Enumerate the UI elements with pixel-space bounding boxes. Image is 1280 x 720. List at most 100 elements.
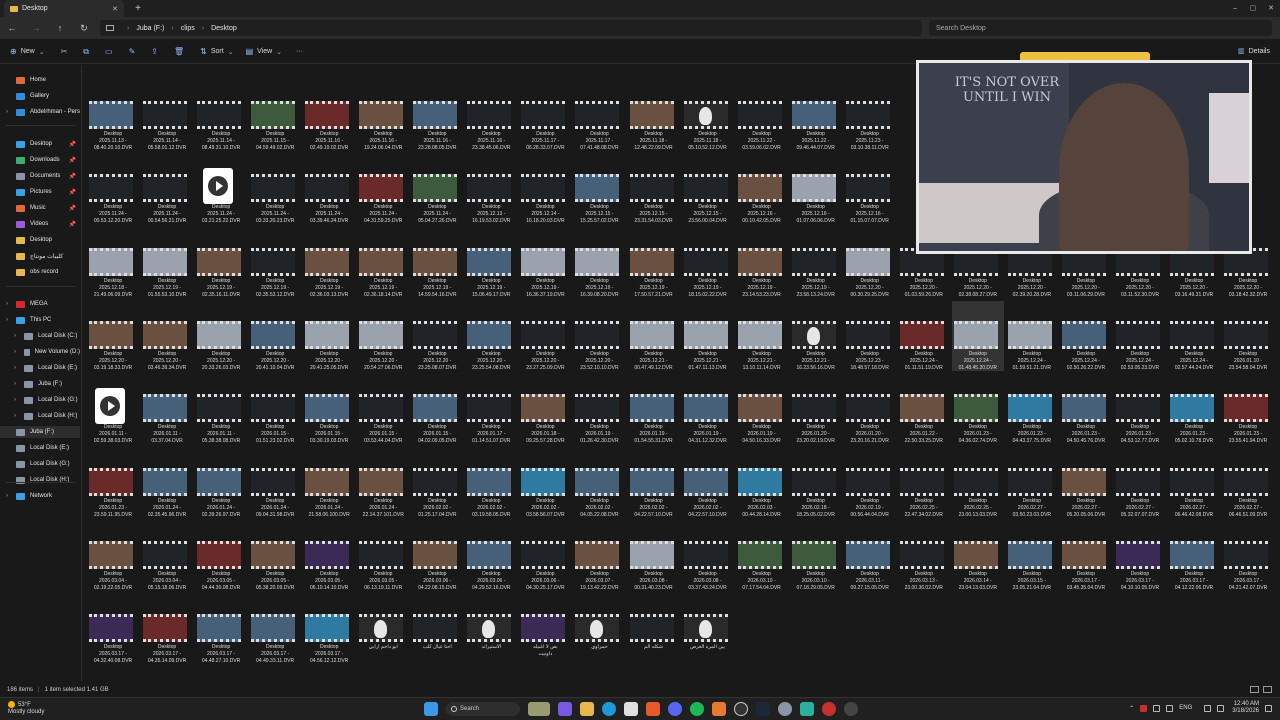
file-item[interactable]: Desktop 2026.03.05 -06.10.14.10.DVR xyxy=(303,521,355,591)
file-item[interactable]: Desktop 2026.01.23 -05.02.10.78.DVR xyxy=(1168,374,1220,444)
file-item[interactable]: Desktop 2026.03.05 -06.13.19.11.DVR xyxy=(357,521,409,591)
widgets-icon[interactable] xyxy=(528,702,550,716)
file-item[interactable]: Desktop 2026.03.05 -04.44.30.08.DVR xyxy=(195,521,247,591)
file-item[interactable]: Desktop 2026.02.02 -04.22.57.10.DVR xyxy=(628,448,680,518)
file-item[interactable]: Desktop 2026.03.08 -00.31.40.23.DVR xyxy=(628,521,680,591)
sidebar-item[interactable]: › Local Disk (E:) xyxy=(0,362,80,374)
file-item[interactable]: Desktop 2025.11.18 -05.10.52.12.DVR xyxy=(682,81,734,151)
file-item[interactable]: Desktop 2025.11.16 -23.28.08.05.DVR xyxy=(411,81,463,151)
chevron-right-icon[interactable]: › xyxy=(14,365,16,371)
chevron-right-icon[interactable]: › xyxy=(6,109,8,115)
chevron-right-icon[interactable]: › xyxy=(14,397,16,403)
taskbar-search[interactable]: Search xyxy=(446,702,520,716)
new-button[interactable]: ⊕ New ⌄ xyxy=(10,47,45,56)
breadcrumb-item[interactable]: clips xyxy=(181,25,195,32)
new-tab-button[interactable]: + xyxy=(130,3,146,14)
file-item[interactable]: Desktop 2025.12.21 -00.47.49.12.DVR xyxy=(628,301,680,371)
file-item[interactable]: Desktop 2025.12.21 -16.23.56.16.DVR xyxy=(790,301,842,371)
file-item[interactable]: Desktop 2025.11.17 -07.41.48.08.DVR xyxy=(573,81,625,151)
file-item[interactable]: Desktop 2026.01.20 -23.20.16.21.DVR xyxy=(844,374,896,444)
file-item[interactable]: Desktop 2025.12.19 -23.14.53.23.DVR xyxy=(736,228,788,298)
file-item[interactable]: Desktop 2025.12.20 -20.33.26.03.DVR xyxy=(195,301,247,371)
refresh-icon[interactable]: ↻ xyxy=(72,23,96,34)
file-item[interactable]: Desktop 2025.11.23 -03.10.38.11.DVR xyxy=(844,81,896,151)
sidebar-item[interactable]: Music 📌 xyxy=(0,202,80,214)
brave-icon[interactable] xyxy=(646,702,660,716)
file-item[interactable]: Desktop 2025.12.24 -01.59.51.21.DVR xyxy=(1006,301,1058,371)
file-item[interactable]: Desktop 2026.02.18 -18.25.05.02.DVR xyxy=(790,448,842,518)
file-item[interactable]: Desktop 2026.01.19 -01.54.55.31.DVR xyxy=(628,374,680,444)
file-item[interactable]: Desktop 2025.11.24 -00.54.56.21.DVR xyxy=(141,154,193,224)
file-item[interactable]: Desktop 2026.03.17 -04.49.33.11.DVR xyxy=(249,594,301,664)
sidebar-item[interactable]: Pictures 📌 xyxy=(0,186,80,198)
minimize-button[interactable]: – xyxy=(1226,0,1244,17)
sidebar-item[interactable]: › MEGA xyxy=(0,298,80,310)
sidebar-item[interactable]: Local Disk (G:) xyxy=(0,458,80,470)
file-item[interactable]: Desktop 2025.12.19 -16.36.37.19.DVR xyxy=(519,228,571,298)
file-item[interactable]: Desktop 2026.01.10 -23.54.58.04.DVR xyxy=(1222,301,1274,371)
sidebar-item[interactable]: › Abdelrhman - Pers xyxy=(0,106,80,118)
chevron-right-icon[interactable]: › xyxy=(6,317,8,323)
file-item[interactable]: Desktop 2025.11.16 -23.38.45.06.DVR xyxy=(465,81,517,151)
maximize-button[interactable]: ▢ xyxy=(1244,0,1262,17)
file-item[interactable]: Desktop 2025.11.14 -08.49.31.10.DVR xyxy=(195,81,247,151)
file-item[interactable]: Desktop 2026.03.06 -04.30.25.17.DVR xyxy=(519,521,571,591)
sidebar-item[interactable]: Home xyxy=(0,74,80,86)
spotify-icon[interactable] xyxy=(690,702,704,716)
file-item[interactable]: Desktop 2025.12.20 -20.41.25.05.DVR xyxy=(303,301,355,371)
details-button[interactable]: ▥ Details xyxy=(1238,47,1270,56)
file-item[interactable]: Desktop 2025.11.16 -19.24.06.04.DVR xyxy=(357,81,409,151)
file-item[interactable]: Desktop 2025.12.19 -14.59.54.16.DVR xyxy=(411,228,463,298)
file-item[interactable]: Desktop 2026.01.23 -23.55.41.94.DVR xyxy=(1222,374,1274,444)
file-item[interactable]: Desktop 2025.12.20 -20.54.27.06.DVR xyxy=(357,301,409,371)
weather-widget[interactable]: 53°F Mostly cloudy xyxy=(8,701,44,716)
language-indicator[interactable]: ENG xyxy=(1179,705,1192,711)
chevron-up-icon[interactable]: ⌃ xyxy=(1129,705,1134,712)
file-item[interactable]: Desktop 2025.11.18 -12.48.22.09.DVR xyxy=(628,81,680,151)
file-item[interactable]: Desktop 2025.12.19 -02.35.53.12.DVR xyxy=(249,228,301,298)
file-item[interactable]: Desktop 2025.11.24 -03.21.25.22.DVR xyxy=(195,154,247,224)
store-icon[interactable] xyxy=(624,702,638,716)
back-arrow-icon[interactable]: ← xyxy=(0,23,24,33)
file-item[interactable]: Desktop 2025.12.19 -15.06.49.17.DVR xyxy=(465,228,517,298)
obs-icon[interactable] xyxy=(734,702,748,716)
file-item[interactable]: Desktop 2026.03.17 -04.48.27.10.DVR xyxy=(195,594,247,664)
file-item[interactable]: Desktop 2026.02.02 -04.22.57.10.DVR xyxy=(682,448,734,518)
file-item[interactable]: Desktop 2026.01.23 -04.53.12.77.DVR xyxy=(1114,374,1166,444)
file-item[interactable]: الاستيراتد xyxy=(465,594,517,664)
file-item[interactable]: بص لا اغنيله داوتيت xyxy=(519,594,571,664)
file-item[interactable]: Desktop 2025.11.22 -09.46.44.07.DVR xyxy=(790,81,842,151)
sidebar-item[interactable]: › New Volume (D:) xyxy=(0,346,80,358)
tray-app-icon[interactable] xyxy=(1153,704,1161,712)
file-item[interactable]: Desktop 2026.03.04 -02.19.22.05.DVR xyxy=(87,521,139,591)
file-item[interactable]: Desktop 2025.11.15 -04.59.49.02.DVR xyxy=(249,81,301,151)
sort-button[interactable]: ⇅ Sort ⌄ xyxy=(200,47,233,56)
search-input[interactable]: Search Desktop xyxy=(929,20,1272,36)
file-item[interactable]: Desktop 2025.12.19 -23.58.13.24.DVR xyxy=(790,228,842,298)
file-item[interactable]: Desktop 2025.12.16 -01.07.06.06.DVR xyxy=(790,154,842,224)
copilot-icon[interactable] xyxy=(558,702,572,716)
details-view-icon[interactable] xyxy=(1250,686,1259,693)
file-item[interactable]: Desktop 2025.12.15 -15.25.57.02.DVR xyxy=(573,154,625,224)
sidebar-item[interactable]: › Juba (F:) xyxy=(0,378,80,390)
file-item[interactable]: يبن المره العرص xyxy=(682,594,734,664)
sidebar-item[interactable]: › Local Disk (G:) xyxy=(0,394,80,406)
delete-icon[interactable]: 🗑 xyxy=(174,47,184,56)
forward-arrow-icon[interactable]: → xyxy=(24,23,48,33)
file-item[interactable]: Desktop 2026.01.23 -04.36.02.74.DVR xyxy=(952,374,1004,444)
file-item[interactable]: Desktop 2025.12.19 -18.15.02.22.DVR xyxy=(682,228,734,298)
sidebar-item[interactable]: Downloads 📌 xyxy=(0,154,80,166)
file-item[interactable]: Desktop 2026.02.03 -00.44.28.14.DVR xyxy=(736,448,788,518)
file-item[interactable]: Desktop 2025.11.17 -06.28.33.07.DVR xyxy=(519,81,571,151)
file-item[interactable]: Desktop 2026.01.24 -21.58.06.100.DVR xyxy=(303,448,355,518)
file-item[interactable]: Desktop 2026.01.15 -03.30.19.03.DVR xyxy=(303,374,355,444)
close-tab-icon[interactable]: ✕ xyxy=(112,5,118,13)
breadcrumb-item[interactable]: Juba (F:) xyxy=(136,25,164,32)
file-item[interactable]: Desktop 2025.12.20 -23.25.08.07.DVR xyxy=(411,301,463,371)
cut-icon[interactable]: ✂ xyxy=(61,47,68,56)
file-item[interactable]: Desktop 2026.01.11 -02.59.38.03.DVR xyxy=(87,374,139,444)
file-item[interactable]: Desktop 2026.01.23 -04.43.37.75.DVR xyxy=(1006,374,1058,444)
tiles-view-icon[interactable] xyxy=(1263,686,1272,693)
app-icon[interactable] xyxy=(800,702,814,716)
steam-icon[interactable] xyxy=(756,702,770,716)
